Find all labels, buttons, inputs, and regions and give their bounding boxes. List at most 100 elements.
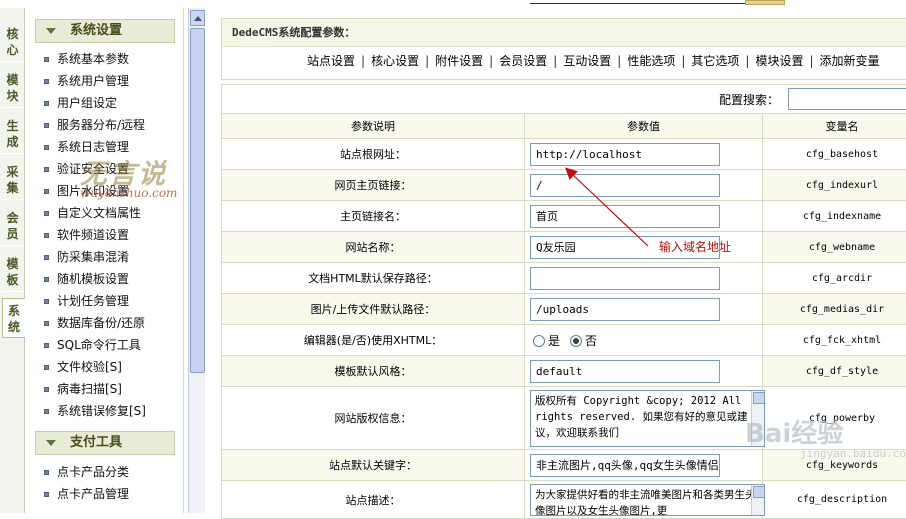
- bullet-icon: [44, 387, 49, 392]
- param-value-cell: http://localhost: [525, 139, 763, 170]
- sidebar-item[interactable]: SQL命令行工具: [44, 334, 141, 356]
- sidebar-section-pay[interactable]: 支付工具: [35, 431, 175, 455]
- param-value-cell: [525, 263, 763, 294]
- param-var-name: cfg_indexurl: [763, 170, 906, 201]
- annotation-text: 输入域名地址: [659, 238, 731, 255]
- vtab-generate[interactable]: 生 成: [1, 114, 24, 154]
- param-var-name: cfg_medias_dir: [763, 294, 906, 325]
- param-input[interactable]: 非主流图片,qq头像,qq女生头像情侣: [530, 454, 720, 477]
- config-tabs: 站点设置|核心设置|附件设置|会员设置|互动设置|性能选项|其它选项|模块设置|…: [307, 52, 880, 70]
- vtab-module[interactable]: 模 块: [1, 68, 24, 108]
- watermark-baidu-url: jingyan.baidu.com: [800, 447, 906, 460]
- bullet-icon: [44, 277, 49, 282]
- param-label: 图片/上传文件默认路径：: [222, 294, 525, 325]
- textarea-text: 版权所有 Copyright &copy; 2012 All rights re…: [535, 395, 747, 439]
- top-button[interactable]: [745, 0, 785, 5]
- config-tab[interactable]: 互动设置: [563, 52, 611, 70]
- sidebar-item-label: 系统错误修复[S]: [57, 404, 146, 418]
- sidebar: 系统设置 系统基本参数系统用户管理用户组设定服务器分布/远程系统日志管理验证安全…: [26, 8, 184, 513]
- sidebar-item[interactable]: 服务器分布/远程: [44, 114, 145, 136]
- sidebar-item[interactable]: 用户组设定: [44, 92, 117, 114]
- sidebar-item[interactable]: 系统错误修复[S]: [44, 400, 146, 422]
- sidebar-item-label: 随机模板设置: [57, 272, 129, 286]
- sidebar-item[interactable]: 文件校验[S]: [44, 356, 122, 378]
- vtab-collect[interactable]: 采 集: [1, 160, 24, 200]
- sidebar-item-label: 点卡产品管理: [57, 487, 129, 501]
- sidebar-item[interactable]: 点卡产品管理: [44, 483, 129, 505]
- vtab-core[interactable]: 核 心: [1, 22, 24, 62]
- config-tab[interactable]: 其它选项: [691, 52, 739, 70]
- sidebar-item-label: 用户组设定: [57, 96, 117, 110]
- param-label: 主页链接名：: [222, 201, 525, 232]
- config-tab[interactable]: 核心设置: [371, 52, 419, 70]
- table-row: 图片/上传文件默认路径：/uploads cfg_medias_dir: [222, 294, 906, 325]
- tab-separator: |: [489, 52, 493, 70]
- sidebar-item[interactable]: 随机模板设置: [44, 268, 129, 290]
- sidebar-scrollbar[interactable]: [188, 8, 205, 513]
- search-bar: 配置搜索：: [221, 84, 906, 114]
- sidebar-item-label: 计划任务管理: [57, 294, 129, 308]
- param-value-cell: 非主流图片,qq头像,qq女生头像情侣: [525, 450, 763, 481]
- sidebar-item[interactable]: 自定义文档属性: [44, 202, 141, 224]
- bullet-icon: [44, 167, 49, 172]
- collapse-arrow-icon: [46, 28, 56, 34]
- table-row: 文档HTML默认保存路径：cfg_arcdir: [222, 263, 906, 294]
- param-input[interactable]: default: [530, 360, 720, 383]
- sidebar-item-label: 防采集串混淆: [57, 250, 129, 264]
- bullet-icon: [44, 211, 49, 216]
- param-var-name: cfg_df_style: [763, 356, 906, 387]
- param-input[interactable]: [530, 267, 720, 290]
- scroll-up-icon[interactable]: [190, 10, 205, 26]
- radio-no-label: 否: [585, 334, 597, 348]
- radio-yes[interactable]: [533, 335, 545, 347]
- sidebar-item[interactable]: 数据库备份/还原: [44, 312, 145, 334]
- param-input[interactable]: http://localhost: [530, 143, 720, 166]
- sidebar-item-label: 系统用户管理: [57, 74, 129, 88]
- tab-separator: |: [809, 52, 813, 70]
- vtab-member[interactable]: 会 员: [1, 206, 24, 246]
- sidebar-item[interactable]: 软件频道设置: [44, 224, 129, 246]
- vtab-template[interactable]: 模 板: [1, 252, 24, 292]
- param-label: 编辑器(是/否)使用XHTML：: [222, 325, 525, 356]
- top-input[interactable]: [530, 0, 745, 4]
- param-input[interactable]: /uploads: [530, 298, 720, 321]
- sidebar-item-label: 点卡产品分类: [57, 465, 129, 479]
- top-bar: [0, 0, 906, 8]
- param-textarea[interactable]: 版权所有 Copyright &copy; 2012 All rights re…: [530, 390, 765, 447]
- param-input[interactable]: /: [530, 174, 720, 197]
- search-input[interactable]: [788, 88, 906, 110]
- sidebar-item[interactable]: 点卡产品分类: [44, 461, 129, 483]
- param-textarea[interactable]: 为大家提供好看的非主流唯美图片和各类男生头像图片以及女生头像图片,更: [530, 484, 765, 516]
- sidebar-item-label: 系统基本参数: [57, 52, 129, 66]
- sidebar-item[interactable]: 计划任务管理: [44, 290, 129, 312]
- param-label: 网站名称：: [222, 232, 525, 263]
- sidebar-item[interactable]: 系统基本参数: [44, 48, 129, 70]
- param-input[interactable]: 首页: [530, 205, 720, 228]
- param-var-name: cfg_webname: [763, 232, 906, 263]
- param-var-name: cfg_indexname: [763, 201, 906, 232]
- config-tab[interactable]: 添加新变量: [820, 52, 880, 70]
- page-title: DedeCMS系统配置参数：: [222, 19, 906, 47]
- bullet-icon: [44, 255, 49, 260]
- sidebar-item[interactable]: 系统用户管理: [44, 70, 129, 92]
- sidebar-item-label: 文件校验[S]: [57, 360, 122, 374]
- vtab-system[interactable]: 系 统: [2, 298, 25, 338]
- bullet-icon: [44, 189, 49, 194]
- config-tab[interactable]: 会员设置: [499, 52, 547, 70]
- col-header-desc: 参数说明: [222, 114, 525, 139]
- sidebar-item-label: 病毒扫描[S]: [57, 382, 122, 396]
- textarea-scrollbar[interactable]: [751, 485, 764, 515]
- sidebar-item-label: 数据库备份/还原: [57, 316, 145, 330]
- config-tab[interactable]: 性能选项: [627, 52, 675, 70]
- sidebar-item[interactable]: 防采集串混淆: [44, 246, 129, 268]
- tab-separator: |: [425, 52, 429, 70]
- config-tab[interactable]: 站点设置: [307, 52, 355, 70]
- scroll-thumb[interactable]: [190, 28, 205, 373]
- col-header-var: 变量名: [763, 114, 906, 139]
- radio-no[interactable]: [570, 335, 582, 347]
- sidebar-item[interactable]: 病毒扫描[S]: [44, 378, 122, 400]
- col-header-value: 参数值: [525, 114, 763, 139]
- config-tab[interactable]: 模块设置: [755, 52, 803, 70]
- sidebar-section-system[interactable]: 系统设置: [35, 19, 175, 43]
- config-tab[interactable]: 附件设置: [435, 52, 483, 70]
